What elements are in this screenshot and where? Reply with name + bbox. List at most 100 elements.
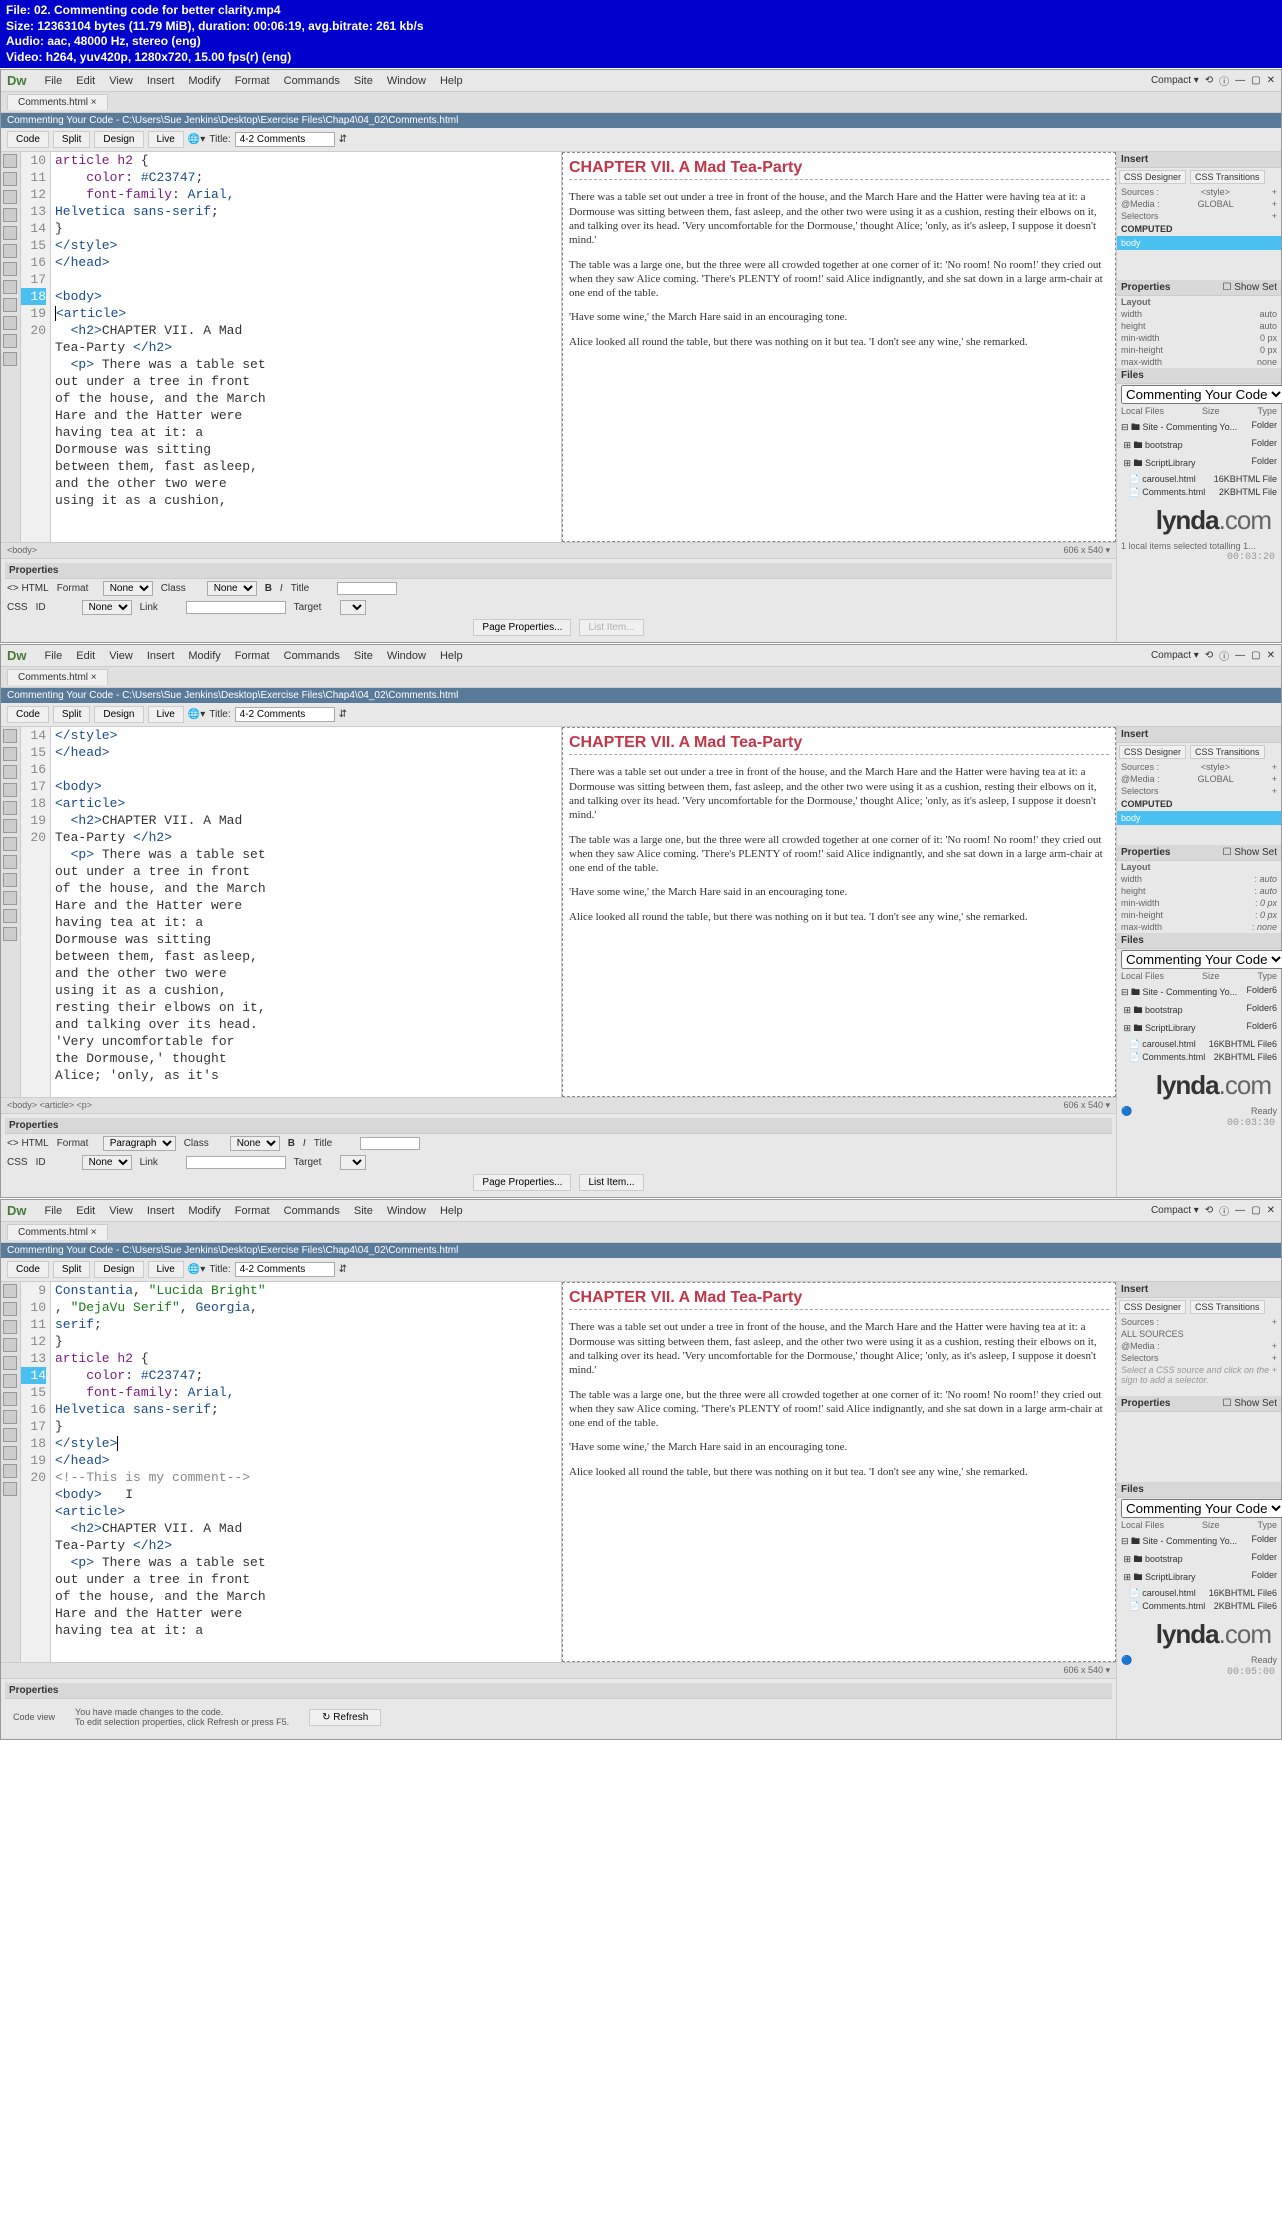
class-select[interactable]: None: [207, 581, 257, 596]
menu-insert[interactable]: Insert: [147, 650, 175, 662]
globe-icon[interactable]: 🌐▾: [188, 134, 205, 145]
html-mode-button[interactable]: <> HTML: [7, 583, 49, 594]
bold-icon[interactable]: B: [265, 583, 272, 594]
menu-window[interactable]: Window: [387, 1205, 426, 1217]
page-properties-button[interactable]: Page Properties...: [473, 1174, 571, 1191]
prop-val[interactable]: auto: [1259, 321, 1277, 331]
link-input[interactable]: [186, 1156, 286, 1169]
insert-panel-header[interactable]: Insert: [1117, 152, 1281, 168]
bold-icon[interactable]: B: [288, 1138, 295, 1149]
menu-window[interactable]: Window: [387, 75, 426, 87]
menu-format[interactable]: Format: [235, 1205, 270, 1217]
add-icon[interactable]: +: [1272, 786, 1277, 796]
show-set-label[interactable]: Show Set: [1234, 1398, 1277, 1409]
all-sources[interactable]: ALL SOURCES: [1121, 1329, 1184, 1339]
menu-insert[interactable]: Insert: [147, 75, 175, 87]
sync-icon[interactable]: ⟲: [1205, 75, 1213, 86]
menu-help[interactable]: Help: [440, 75, 463, 87]
code-editor[interactable]: 101112 131415 161718 1920 article h2 { c…: [21, 152, 562, 542]
html-mode-button[interactable]: <> HTML: [7, 1138, 49, 1149]
tool-icon[interactable]: [3, 765, 17, 779]
tool-icon[interactable]: [3, 280, 17, 294]
add-icon[interactable]: +: [1272, 1353, 1277, 1363]
menu-file[interactable]: File: [45, 75, 63, 87]
split-view-button[interactable]: Split: [53, 1261, 90, 1278]
live-view-button[interactable]: Live: [148, 131, 184, 148]
menu-file[interactable]: File: [45, 650, 63, 662]
viewport-info[interactable]: 606 x 540 ▾: [1063, 1100, 1110, 1111]
id-select[interactable]: None: [82, 600, 132, 615]
title-input[interactable]: [235, 132, 335, 147]
insert-panel-header[interactable]: Insert: [1117, 727, 1281, 743]
globe-icon[interactable]: 🌐▾: [188, 1264, 205, 1275]
menu-commands[interactable]: Commands: [284, 75, 340, 87]
title-input[interactable]: [235, 1262, 335, 1277]
prop-val[interactable]: 0 px: [1260, 898, 1277, 908]
tool-icon[interactable]: [3, 837, 17, 851]
add-icon[interactable]: +: [1272, 199, 1277, 209]
viewport-info[interactable]: 606 x 540 ▾: [1063, 1665, 1110, 1676]
show-set-label[interactable]: Show Set: [1234, 282, 1277, 293]
viewport-info[interactable]: 606 x 540 ▾: [1063, 545, 1110, 556]
selector-body[interactable]: body: [1117, 236, 1281, 250]
class-select[interactable]: None: [230, 1136, 280, 1151]
media-value[interactable]: GLOBAL: [1198, 774, 1234, 784]
css-mode-button[interactable]: CSS: [7, 1157, 28, 1168]
menu-modify[interactable]: Modify: [188, 650, 220, 662]
workspace-dropdown[interactable]: Compact ▾: [1151, 75, 1199, 86]
minimize-icon[interactable]: —: [1235, 1205, 1245, 1216]
tool-icon[interactable]: [3, 909, 17, 923]
list-item-button[interactable]: List Item...: [579, 619, 643, 636]
format-select[interactable]: None: [103, 581, 153, 596]
document-tab[interactable]: Comments.html ×: [7, 94, 108, 110]
design-preview[interactable]: CHAPTER VII. A Mad Tea-Party There was a…: [562, 152, 1116, 542]
menu-site[interactable]: Site: [354, 1205, 373, 1217]
tool-icon[interactable]: [3, 1338, 17, 1352]
menu-modify[interactable]: Modify: [188, 1205, 220, 1217]
tool-icon[interactable]: [3, 1356, 17, 1370]
add-icon[interactable]: +: [1272, 762, 1277, 772]
tool-icon[interactable]: [3, 873, 17, 887]
title-input[interactable]: [235, 707, 335, 722]
sync-down-icon[interactable]: ⇵: [339, 1264, 347, 1275]
close-icon[interactable]: ✕: [1267, 650, 1275, 661]
page-properties-button[interactable]: Page Properties...: [473, 619, 571, 636]
tool-icon[interactable]: [3, 729, 17, 743]
prop-val[interactable]: auto: [1259, 309, 1277, 319]
menu-format[interactable]: Format: [235, 75, 270, 87]
tool-icon[interactable]: [3, 783, 17, 797]
prop-val[interactable]: none: [1257, 922, 1277, 932]
css-designer-tab[interactable]: CSS Designer: [1119, 1300, 1186, 1314]
sync-down-icon[interactable]: ⇵: [339, 134, 347, 145]
tool-icon[interactable]: [3, 1320, 17, 1334]
site-select[interactable]: Commenting Your Code: [1121, 385, 1282, 404]
menu-file[interactable]: File: [45, 1205, 63, 1217]
tag-selector[interactable]: <body> <article> <p>: [7, 1100, 92, 1111]
menu-view[interactable]: View: [109, 75, 133, 87]
tool-icon[interactable]: [3, 801, 17, 815]
minimize-icon[interactable]: —: [1235, 75, 1245, 86]
sync-icon[interactable]: ⟲: [1205, 650, 1213, 661]
prop-val[interactable]: auto: [1259, 886, 1277, 896]
tool-icon[interactable]: [3, 334, 17, 348]
split-view-button[interactable]: Split: [53, 706, 90, 723]
css-mode-button[interactable]: CSS: [7, 602, 28, 613]
add-icon[interactable]: +: [1272, 211, 1277, 221]
tool-icon[interactable]: [3, 1482, 17, 1496]
media-value[interactable]: GLOBAL: [1198, 199, 1234, 209]
tool-icon[interactable]: [3, 1410, 17, 1424]
document-tab[interactable]: Comments.html ×: [7, 669, 108, 685]
design-view-button[interactable]: Design: [94, 1261, 143, 1278]
design-preview[interactable]: CHAPTER VII. A Mad Tea-Party There was a…: [562, 1282, 1116, 1662]
files-tree[interactable]: ⊟ 🖿 Site - Commenting Yo...Folder ⊞ 🖿 bo…: [1117, 1531, 1281, 1615]
menu-format[interactable]: Format: [235, 650, 270, 662]
css-transitions-tab[interactable]: CSS Transitions: [1190, 170, 1265, 184]
italic-icon[interactable]: I: [303, 1138, 306, 1149]
code-content[interactable]: article h2 { color: #C23747; font-family…: [51, 152, 561, 542]
tool-icon[interactable]: [3, 1446, 17, 1460]
site-select[interactable]: Commenting Your Code: [1121, 950, 1282, 969]
tool-icon[interactable]: [3, 244, 17, 258]
list-item-button[interactable]: List Item...: [579, 1174, 643, 1191]
target-select[interactable]: [340, 1155, 366, 1170]
menu-edit[interactable]: Edit: [76, 75, 95, 87]
